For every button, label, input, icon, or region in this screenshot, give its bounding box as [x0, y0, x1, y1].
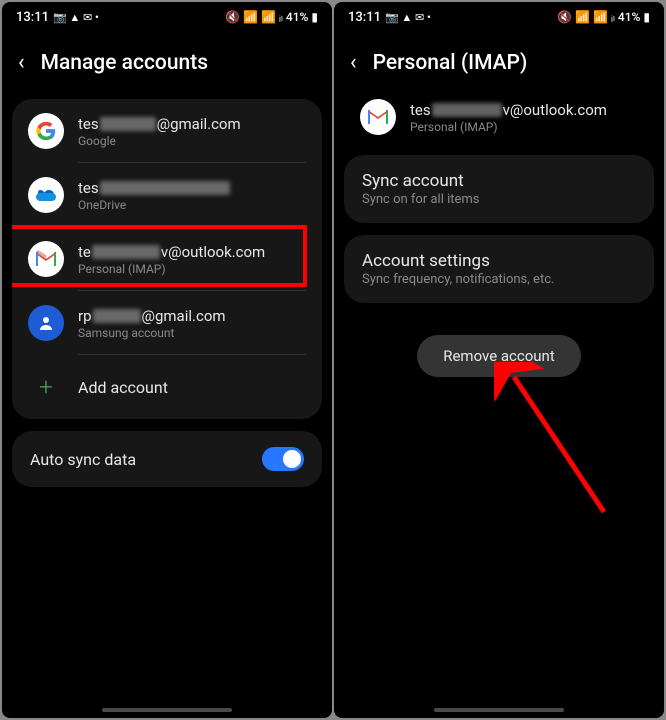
redacted-text: [92, 245, 160, 259]
status-system-icons: 🔇 📶 📶 ᵢₗ: [557, 10, 615, 24]
status-battery: 41%: [618, 10, 640, 24]
account-row-google[interactable]: tes @gmail.com Google: [12, 99, 322, 163]
email-suffix: @gmail.com: [142, 307, 226, 325]
account-type: OneDrive: [78, 198, 306, 212]
sync-account-row[interactable]: Sync account Sync on for all items: [344, 155, 654, 223]
onedrive-icon: [28, 177, 64, 213]
email-suffix: @gmail.com: [157, 115, 241, 133]
plus-icon: +: [28, 369, 64, 405]
gmail-icon: [360, 99, 396, 135]
redacted-text: [432, 103, 502, 117]
add-account-label: Add account: [78, 378, 168, 397]
status-battery: 41%: [286, 10, 308, 24]
email-prefix: rp: [78, 307, 92, 325]
remove-account-button[interactable]: Remove account: [417, 335, 581, 377]
page-title: Personal (IMAP): [373, 51, 528, 75]
header: ‹ Personal (IMAP): [334, 32, 664, 99]
nav-bar-handle[interactable]: [434, 708, 564, 712]
back-icon[interactable]: ‹: [350, 50, 357, 75]
account-row-onedrive[interactable]: tes OneDrive: [12, 163, 322, 227]
account-type: Personal (IMAP): [410, 120, 638, 134]
status-notification-icons: 📷 ▲ ✉ •: [385, 11, 431, 24]
status-time: 13:11: [16, 10, 49, 25]
email-prefix: tes: [410, 101, 431, 119]
email-suffix: v@outlook.com: [503, 101, 607, 119]
account-summary: tes v@outlook.com Personal (IMAP): [334, 99, 664, 155]
phone-screen-left: 13:11 📷 ▲ ✉ • 🔇 📶 📶 ᵢₗ 41% ▮ ‹ Manage ac…: [2, 2, 332, 718]
account-row-imap[interactable]: te v@outlook.com Personal (IMAP): [12, 227, 322, 291]
redacted-text: [93, 309, 141, 323]
accounts-card: tes @gmail.com Google tes OneDrive: [12, 99, 322, 419]
email-prefix: te: [78, 243, 91, 261]
settings-subtitle: Sync frequency, notifications, etc.: [362, 272, 636, 287]
account-type: Personal (IMAP): [78, 262, 306, 276]
autosync-toggle[interactable]: [262, 447, 304, 471]
header: ‹ Manage accounts: [2, 32, 332, 99]
account-type: Samsung account: [78, 326, 306, 340]
account-row-samsung[interactable]: rp @gmail.com Samsung account: [12, 291, 322, 355]
arrow-annotation: [494, 362, 624, 522]
email-prefix: tes: [78, 115, 99, 133]
status-bar: 13:11 📷 ▲ ✉ • 🔇 📶 📶 ᵢₗ 41% ▮: [2, 2, 332, 32]
status-notification-icons: 📷 ▲ ✉ •: [53, 11, 99, 24]
email-prefix: tes: [78, 179, 99, 197]
add-account-row[interactable]: + Add account: [12, 355, 322, 419]
status-bar: 13:11 📷 ▲ ✉ • 🔇 📶 📶 ᵢₗ 41% ▮: [334, 2, 664, 32]
sync-title: Sync account: [362, 171, 636, 191]
battery-icon: ▮: [643, 10, 650, 24]
nav-bar-handle[interactable]: [102, 708, 232, 712]
google-icon: [28, 113, 64, 149]
status-time: 13:11: [348, 10, 381, 25]
redacted-text: [100, 181, 230, 195]
gmail-icon: [28, 241, 64, 277]
page-title: Manage accounts: [41, 51, 208, 75]
redacted-text: [100, 117, 156, 131]
status-system-icons: 🔇 📶 📶 ᵢₗ: [225, 10, 283, 24]
samsung-icon: [28, 305, 64, 341]
settings-title: Account settings: [362, 251, 636, 271]
back-icon[interactable]: ‹: [18, 50, 25, 75]
account-type: Google: [78, 134, 306, 148]
autosync-row[interactable]: Auto sync data: [12, 431, 322, 487]
sync-subtitle: Sync on for all items: [362, 192, 636, 207]
email-suffix: v@outlook.com: [161, 243, 265, 261]
phone-screen-right: 13:11 📷 ▲ ✉ • 🔇 📶 📶 ᵢₗ 41% ▮ ‹ Personal …: [334, 2, 664, 718]
autosync-label: Auto sync data: [30, 450, 136, 469]
account-settings-row[interactable]: Account settings Sync frequency, notific…: [344, 235, 654, 303]
battery-icon: ▮: [311, 10, 318, 24]
